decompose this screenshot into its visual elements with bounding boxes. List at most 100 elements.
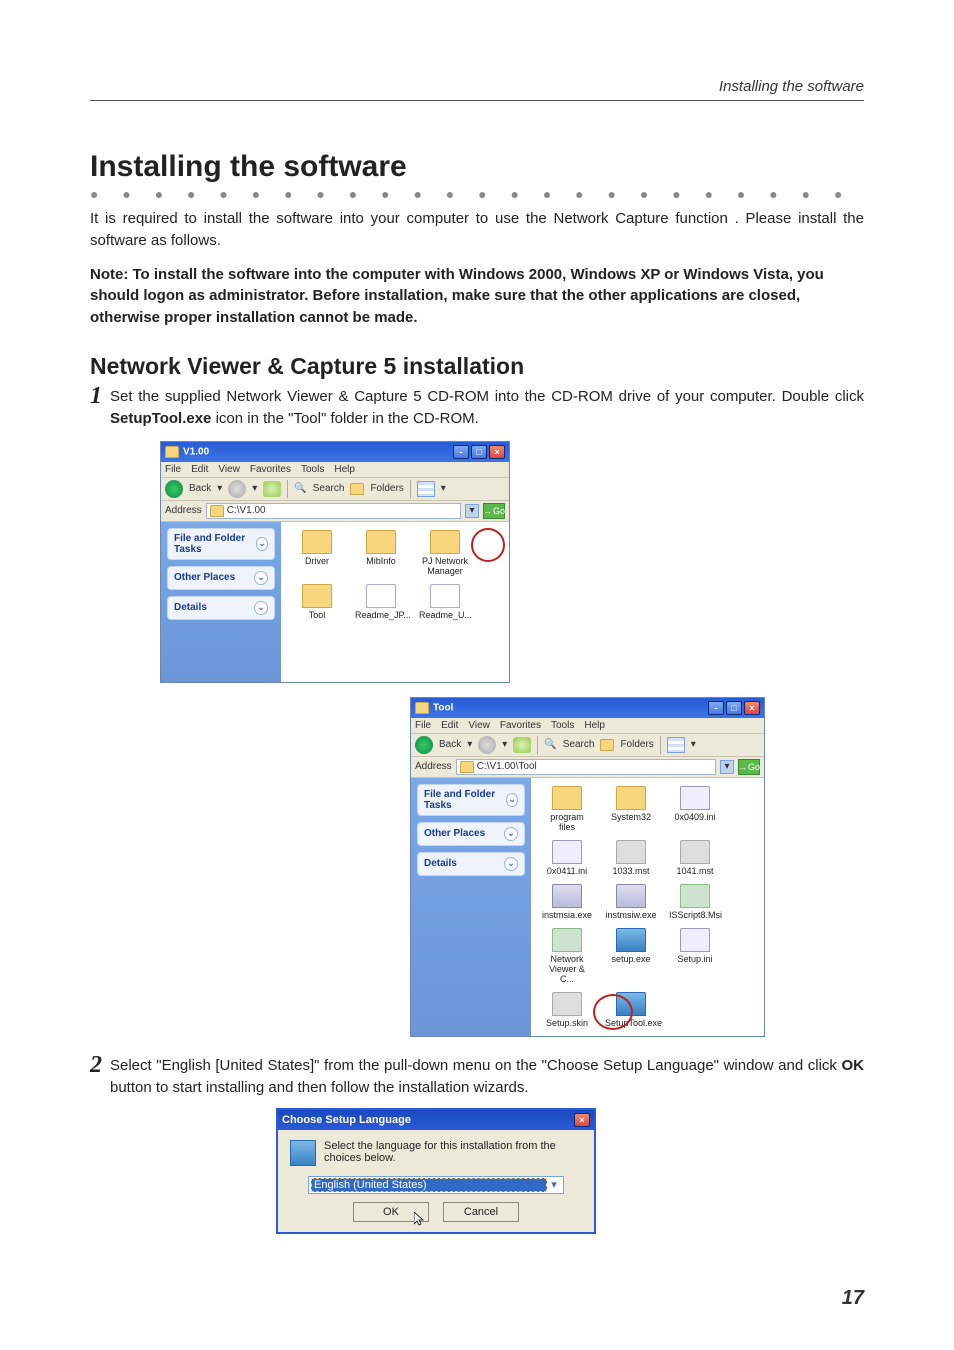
file-item[interactable]: ISScript8.Msi bbox=[669, 884, 721, 920]
file-item[interactable]: Tool bbox=[291, 584, 343, 620]
file-item[interactable]: System32 bbox=[605, 786, 657, 832]
globe-icon bbox=[290, 1140, 316, 1166]
note-block: Note: To install the software into the c… bbox=[90, 264, 864, 329]
menu-edit[interactable]: Edit bbox=[441, 720, 458, 731]
folders-label[interactable]: Folders bbox=[620, 739, 653, 750]
chevron-icon[interactable]: ⌄ bbox=[256, 537, 268, 551]
maximize-button[interactable]: □ bbox=[471, 445, 487, 459]
file-icon bbox=[616, 840, 646, 864]
back-label[interactable]: Back bbox=[189, 483, 211, 494]
search-icon[interactable]: 🔍 bbox=[294, 483, 306, 494]
side-details[interactable]: Details⌄ bbox=[167, 596, 275, 620]
dialog-message: Select the language for this installatio… bbox=[324, 1140, 582, 1164]
file-item[interactable]: 0x0409.ini bbox=[669, 786, 721, 832]
chevron-icon[interactable]: ⌄ bbox=[254, 571, 268, 585]
decorative-dots: ● ● ● ● ● ● ● ● ● ● ● ● ● ● ● ● ● ● ● ● … bbox=[90, 186, 864, 202]
menu-help[interactable]: Help bbox=[334, 464, 355, 475]
file-item[interactable]: Readme_U... bbox=[419, 584, 471, 620]
window-title: Tool bbox=[433, 702, 453, 713]
close-button[interactable]: × bbox=[574, 1113, 590, 1127]
side-other[interactable]: Other Places⌄ bbox=[417, 822, 525, 846]
menu-view[interactable]: View bbox=[468, 720, 490, 731]
folders-icon[interactable] bbox=[350, 483, 364, 495]
titlebar[interactable]: Choose Setup Language × bbox=[278, 1110, 594, 1130]
side-tasks[interactable]: File and Folder Tasks⌄ bbox=[417, 784, 525, 816]
back-icon[interactable] bbox=[415, 736, 433, 754]
file-icon bbox=[552, 840, 582, 864]
menu-edit[interactable]: Edit bbox=[191, 464, 208, 475]
menu-favorites[interactable]: Favorites bbox=[500, 720, 541, 731]
address-field[interactable]: C:\V1.00\Tool bbox=[456, 759, 716, 775]
file-item[interactable]: Setup.ini bbox=[669, 928, 721, 984]
file-list: program files System32 0x0409.ini 0x0411.in… bbox=[531, 778, 764, 1036]
folders-icon[interactable] bbox=[600, 739, 614, 751]
menu-help[interactable]: Help bbox=[584, 720, 605, 731]
back-label[interactable]: Back bbox=[439, 739, 461, 750]
titlebar[interactable]: Tool - □ × bbox=[411, 698, 764, 718]
forward-icon[interactable] bbox=[478, 736, 496, 754]
side-details[interactable]: Details⌄ bbox=[417, 852, 525, 876]
file-item[interactable]: instmsia.exe bbox=[541, 884, 593, 920]
file-item[interactable]: 0x0411.ini bbox=[541, 840, 593, 876]
file-label: Tool bbox=[291, 610, 343, 620]
address-dropdown[interactable]: ▾ bbox=[465, 504, 479, 518]
menu-file[interactable]: File bbox=[415, 720, 431, 731]
file-item[interactable]: SetupTool.exe bbox=[605, 992, 657, 1028]
views-icon[interactable] bbox=[667, 737, 685, 753]
file-label: System32 bbox=[605, 812, 657, 822]
up-icon[interactable] bbox=[263, 481, 281, 497]
side-tasks[interactable]: File and Folder Tasks⌄ bbox=[167, 528, 275, 560]
close-button[interactable]: × bbox=[744, 701, 760, 715]
chevron-icon[interactable]: ⌄ bbox=[504, 827, 518, 841]
search-label[interactable]: Search bbox=[313, 483, 345, 494]
file-item[interactable]: 1041.mst bbox=[669, 840, 721, 876]
file-item[interactable]: setup.exe bbox=[605, 928, 657, 984]
file-item[interactable]: PJ Network Manager bbox=[419, 530, 471, 576]
titlebar[interactable]: V1.00 - □ × bbox=[161, 442, 509, 462]
file-item[interactable]: program files bbox=[541, 786, 593, 832]
chevron-down-icon[interactable]: ▾ bbox=[547, 1178, 561, 1191]
file-item[interactable]: instmsiw.exe bbox=[605, 884, 657, 920]
chevron-icon[interactable]: ⌄ bbox=[254, 601, 268, 615]
menu-favorites[interactable]: Favorites bbox=[250, 464, 291, 475]
chevron-icon[interactable]: ⌄ bbox=[506, 793, 518, 807]
file-item[interactable]: MibInfo bbox=[355, 530, 407, 576]
file-item[interactable]: Readme_JP... bbox=[355, 584, 407, 620]
minimize-button[interactable]: - bbox=[453, 445, 469, 459]
go-button[interactable]: →Go bbox=[483, 503, 505, 519]
search-icon[interactable]: 🔍 bbox=[544, 739, 556, 750]
menu-view[interactable]: View bbox=[218, 464, 240, 475]
cancel-button[interactable]: Cancel bbox=[443, 1202, 519, 1222]
close-button[interactable]: × bbox=[489, 445, 505, 459]
menubar[interactable]: File Edit View Favorites Tools Help bbox=[161, 462, 509, 478]
menu-file[interactable]: File bbox=[165, 464, 181, 475]
ok-button[interactable]: OK bbox=[353, 1202, 429, 1222]
folder-icon bbox=[616, 786, 646, 810]
file-item[interactable]: Network Viewer & C... bbox=[541, 928, 593, 984]
step-2: 2 Select "English [United States]" from … bbox=[90, 1055, 864, 1100]
menu-tools[interactable]: Tools bbox=[301, 464, 324, 475]
folder-icon bbox=[165, 446, 179, 458]
address-field[interactable]: C:\V1.00 bbox=[206, 503, 461, 519]
minimize-button[interactable]: - bbox=[708, 701, 724, 715]
file-item[interactable]: 1033.mst bbox=[605, 840, 657, 876]
maximize-button[interactable]: □ bbox=[726, 701, 742, 715]
menu-tools[interactable]: Tools bbox=[551, 720, 574, 731]
file-item[interactable]: Driver bbox=[291, 530, 343, 576]
views-icon[interactable] bbox=[417, 481, 435, 497]
chevron-icon[interactable]: ⌄ bbox=[504, 857, 518, 871]
file-item[interactable]: Setup.skin bbox=[541, 992, 593, 1028]
file-icon bbox=[680, 786, 710, 810]
address-dropdown[interactable]: ▾ bbox=[720, 760, 734, 774]
language-select[interactable]: English (United States) ▾ bbox=[308, 1176, 564, 1194]
step2-post: button to start installing and then foll… bbox=[110, 1079, 529, 1096]
folders-label[interactable]: Folders bbox=[370, 483, 403, 494]
address-bar: Address C:\V1.00 ▾ →Go bbox=[161, 501, 509, 522]
up-icon[interactable] bbox=[513, 737, 531, 753]
search-label[interactable]: Search bbox=[563, 739, 595, 750]
go-button[interactable]: →Go bbox=[738, 759, 760, 775]
forward-icon[interactable] bbox=[228, 480, 246, 498]
back-icon[interactable] bbox=[165, 480, 183, 498]
side-other[interactable]: Other Places⌄ bbox=[167, 566, 275, 590]
menubar[interactable]: File Edit View Favorites Tools Help bbox=[411, 718, 764, 734]
